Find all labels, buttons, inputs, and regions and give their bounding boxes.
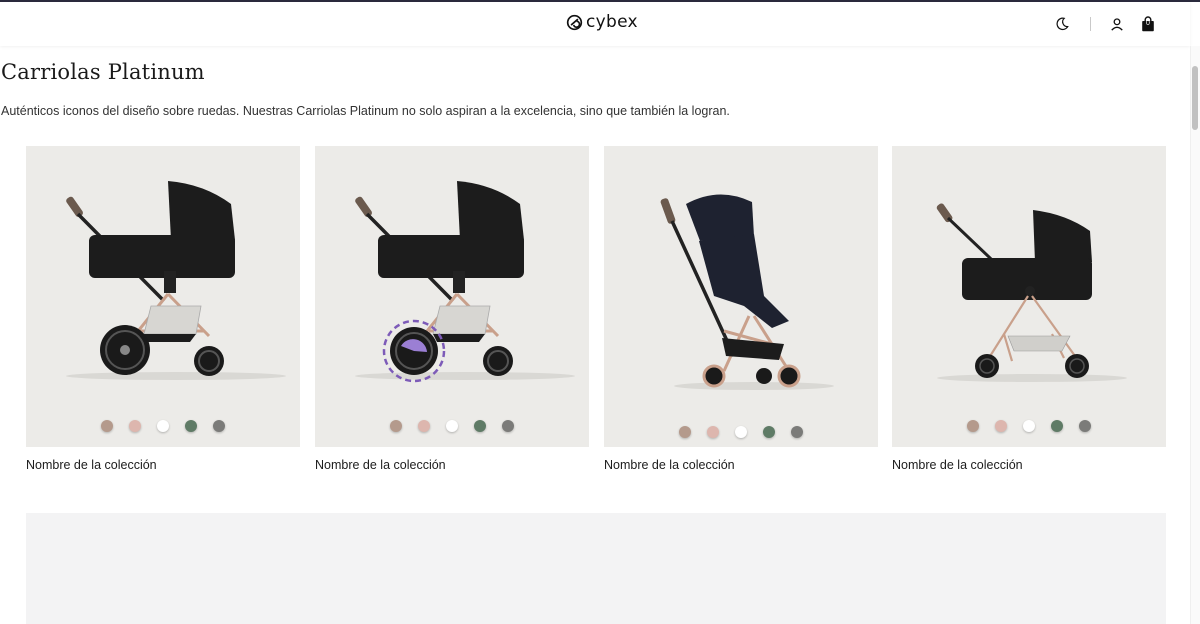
moon-icon: [1056, 17, 1069, 31]
color-swatches: [892, 420, 1166, 432]
color-swatches: [604, 426, 878, 438]
carrycot-stroller-highlight-image: [355, 181, 575, 383]
color-swatch[interactable]: [446, 420, 458, 432]
product-image[interactable]: [26, 146, 300, 447]
compact-stroller-image: [660, 194, 834, 390]
color-swatches: [26, 420, 300, 432]
color-swatch[interactable]: [213, 420, 225, 432]
color-swatch[interactable]: [157, 420, 169, 432]
product-card[interactable]: Nombre de la colección: [26, 146, 300, 472]
product-card[interactable]: Nombre de la colección: [604, 146, 878, 472]
product-name[interactable]: Nombre de la colección: [315, 458, 589, 472]
product-card[interactable]: Nombre de la colección: [315, 146, 589, 472]
content-placeholder-panel: [26, 513, 1166, 624]
color-swatch[interactable]: [791, 426, 803, 438]
page-title: Carriolas Platinum: [1, 60, 205, 84]
color-swatch[interactable]: [995, 420, 1007, 432]
product-card[interactable]: Nombre de la colección: [892, 146, 1166, 472]
color-swatches: [315, 420, 589, 432]
scrollbar-thumb[interactable]: [1192, 66, 1198, 130]
color-swatch[interactable]: [679, 426, 691, 438]
product-name[interactable]: Nombre de la colección: [604, 458, 878, 472]
color-swatch[interactable]: [967, 420, 979, 432]
product-image[interactable]: [315, 146, 589, 447]
product-name[interactable]: Nombre de la colección: [892, 458, 1166, 472]
color-swatch[interactable]: [418, 420, 430, 432]
color-swatch[interactable]: [1051, 420, 1063, 432]
color-swatch[interactable]: [1023, 420, 1035, 432]
color-swatch[interactable]: [763, 426, 775, 438]
cart-button[interactable]: 0: [1138, 14, 1158, 34]
product-image[interactable]: [892, 146, 1166, 447]
color-swatch[interactable]: [129, 420, 141, 432]
header-actions: 0: [1052, 14, 1158, 34]
color-swatch[interactable]: [707, 426, 719, 438]
page-description: Auténticos iconos del diseño sobre rueda…: [1, 104, 730, 118]
product-grid: Nombre de la colección Nombre de la cole…: [26, 146, 1166, 486]
page-scrollbar[interactable]: [1190, 46, 1200, 624]
color-swatch[interactable]: [502, 420, 514, 432]
brand-logo[interactable]: cybex: [566, 13, 638, 31]
carrycot-stroller-thin-frame-image: [936, 203, 1127, 382]
site-header: cybex 0: [0, 2, 1190, 46]
color-swatch[interactable]: [185, 420, 197, 432]
color-swatch[interactable]: [735, 426, 747, 438]
carrycot-stroller-image: [66, 181, 286, 380]
brand-name: cybex: [586, 12, 638, 32]
product-image[interactable]: [604, 146, 878, 447]
cart-count-badge: 0: [1146, 20, 1150, 27]
dark-mode-toggle[interactable]: [1052, 14, 1072, 34]
header-divider: [1090, 17, 1091, 31]
color-swatch[interactable]: [474, 420, 486, 432]
user-icon: [1111, 18, 1123, 31]
product-name[interactable]: Nombre de la colección: [26, 458, 300, 472]
color-swatch[interactable]: [390, 420, 402, 432]
color-swatch[interactable]: [101, 420, 113, 432]
account-button[interactable]: [1107, 14, 1127, 34]
color-swatch[interactable]: [1079, 420, 1091, 432]
cybex-logo-icon: [566, 14, 583, 30]
